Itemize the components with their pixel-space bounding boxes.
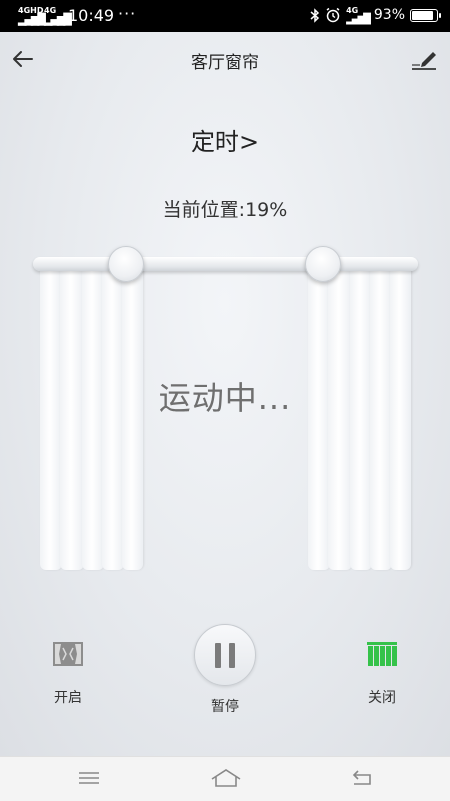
menu-icon[interactable]	[76, 767, 102, 789]
chevron-right-icon: >	[238, 128, 260, 156]
pause-icon	[194, 624, 256, 686]
status-time: 10:49	[68, 6, 115, 25]
right-drape-fold	[350, 270, 372, 570]
close-button[interactable]: 关闭	[352, 640, 412, 707]
home-icon[interactable]	[210, 767, 242, 789]
system-nav-bar	[0, 756, 450, 801]
battery-icon	[410, 8, 441, 22]
right-drape	[308, 270, 411, 570]
pause-bar	[229, 643, 235, 668]
pencil-icon[interactable]	[410, 44, 438, 72]
pause-button[interactable]: 暂停	[190, 624, 260, 716]
curtain-close-icon	[367, 642, 397, 666]
battery-percent: 93%	[373, 7, 405, 23]
right-drape-fold	[370, 270, 392, 570]
right-drape-fold	[390, 270, 411, 570]
back-icon[interactable]	[350, 767, 376, 789]
left-drape-fold	[122, 270, 143, 570]
left-drape-fold	[102, 270, 124, 570]
pause-label: 暂停	[211, 699, 239, 715]
timer-link[interactable]: 定时>	[0, 122, 450, 157]
page-title: 客厅窗帘	[191, 53, 259, 73]
left-drape-fold	[82, 270, 104, 570]
left-drape	[40, 270, 143, 570]
curtain-open-icon	[53, 642, 83, 666]
left-drape-fold	[60, 270, 84, 570]
close-label: 关闭	[368, 690, 396, 706]
open-button[interactable]: 开启	[38, 640, 98, 707]
position-readout: 当前位置:19%	[162, 199, 288, 221]
net-signal-icon: 4G ▂▄▆█	[346, 6, 371, 25]
left-curtain-handle[interactable]	[108, 246, 144, 282]
battery-fill	[412, 10, 433, 20]
motion-status: 运动中...	[158, 379, 292, 417]
timer-label: 定时	[190, 128, 239, 156]
sim1-signal-icon: 4GHD ▂▄▆█	[18, 6, 46, 26]
status-more: ···	[118, 4, 137, 23]
alarm-icon	[326, 7, 340, 23]
right-drape-fold	[308, 270, 330, 570]
header: 客厅窗帘	[0, 32, 450, 88]
open-label: 开启	[54, 690, 82, 706]
status-bar: 4GHD ▂▄▆█ 4G ▂▄▆█ 10:49 ··· 4G ▂▄▆█ 93%	[0, 0, 450, 32]
pause-bar	[215, 643, 221, 668]
right-curtain-handle[interactable]	[305, 246, 341, 282]
curtain-rail	[33, 257, 418, 271]
left-drape-fold	[40, 270, 62, 570]
sim2-signal-icon: 4G ▂▄▆█	[44, 6, 72, 26]
right-drape-fold	[328, 270, 352, 570]
status-right-group: 4G ▂▄▆█ 93%	[310, 6, 441, 25]
bluetooth-icon	[310, 7, 320, 23]
